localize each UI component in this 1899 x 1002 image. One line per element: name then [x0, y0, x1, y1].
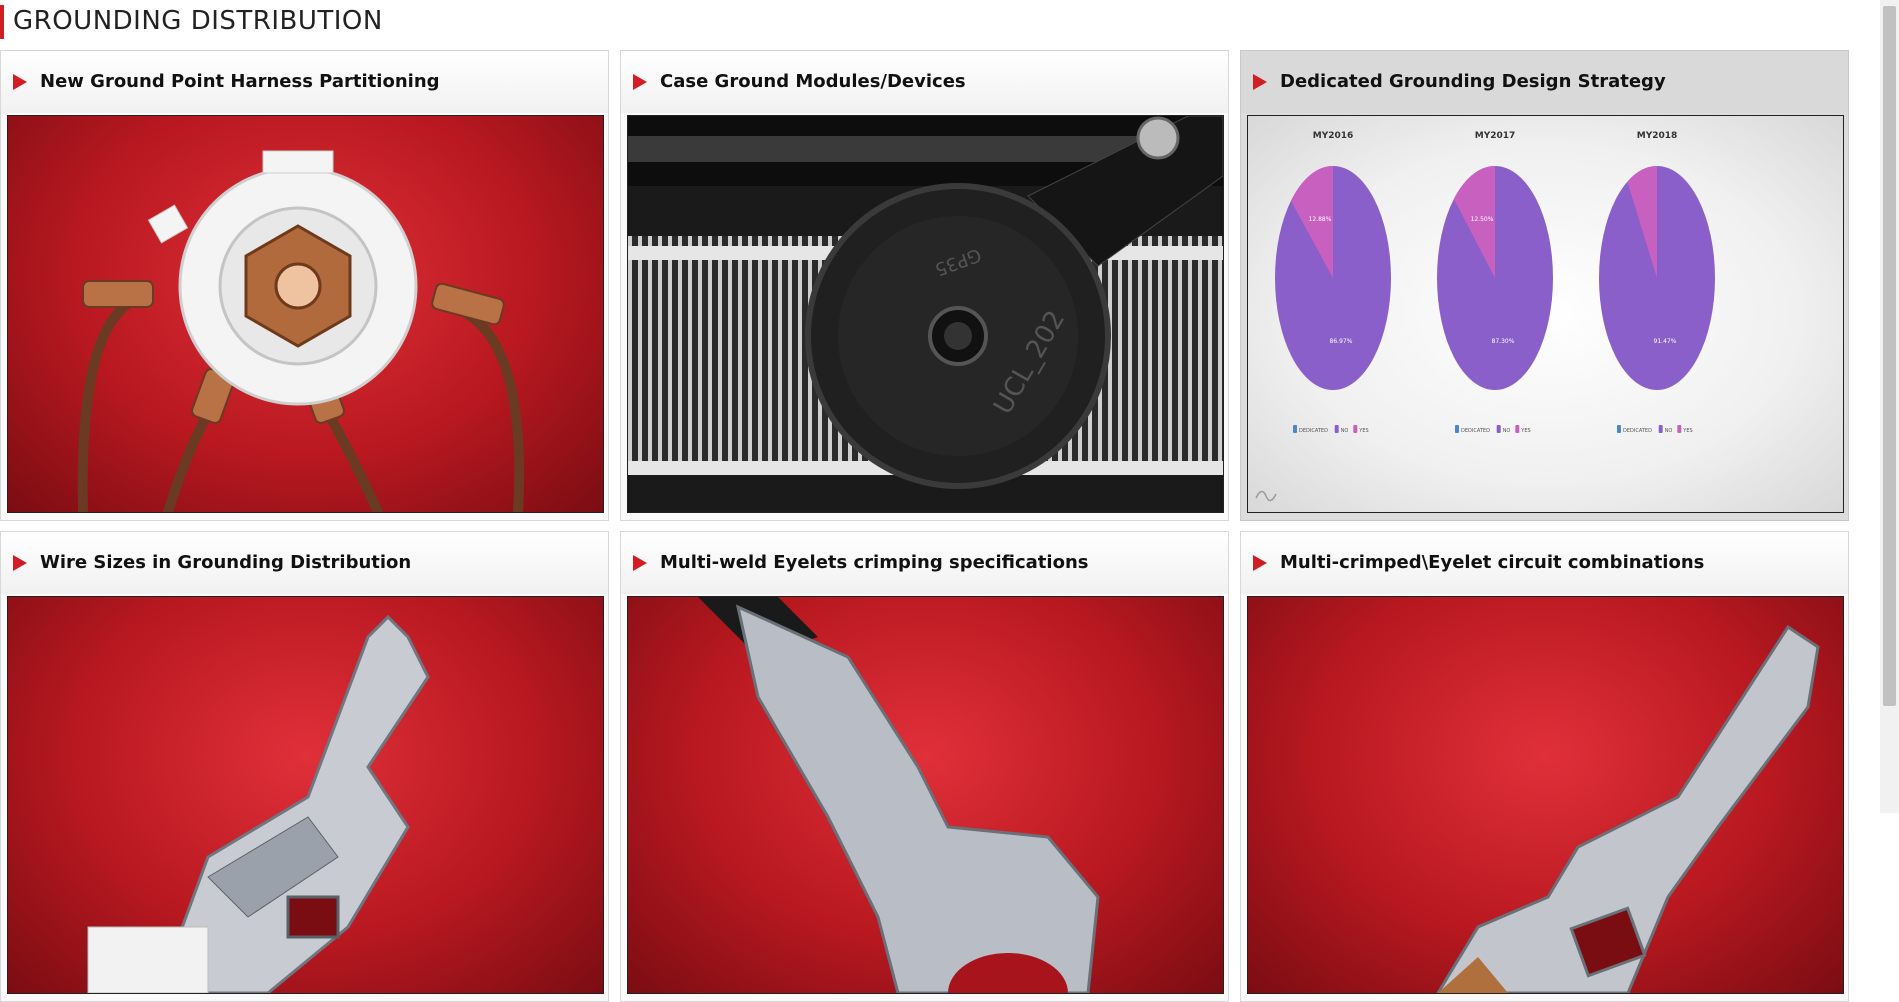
pie-charts-image[interactable]: MY2016 12.88% 86.97% DEDICATED NO YES MY2017 12… — [1247, 115, 1844, 513]
legend-label: DEDICATED — [1461, 428, 1490, 434]
scrollbar-thumb[interactable] — [1883, 6, 1896, 706]
card-title[interactable]: New Ground Point Harness Partitioning — [40, 71, 440, 92]
pie-chart-MY2016: MY2016 12.88% 86.97% DEDICATED NO YES — [1275, 131, 1391, 434]
card-header[interactable]: New Ground Point Harness Partitioning — [1, 51, 608, 113]
legend-label: NO — [1503, 428, 1511, 434]
pie-title: MY2018 — [1637, 131, 1678, 141]
ground-point-image[interactable] — [7, 115, 604, 513]
legend-label: YES — [1358, 428, 1368, 434]
play-arrow-icon — [633, 555, 647, 571]
pie-legend: DEDICATED NO YES — [1617, 425, 1693, 434]
page-title: GROUNDING DISTRIBUTION — [13, 6, 383, 36]
pie-charts: MY2016 12.88% 86.97% DEDICATED NO YES MY2017 12… — [1255, 131, 1715, 502]
play-arrow-icon — [13, 555, 27, 571]
card-title[interactable]: Case Ground Modules/Devices — [660, 71, 966, 92]
legend-swatch — [1617, 425, 1621, 433]
card-title[interactable]: Wire Sizes in Grounding Distribution — [40, 552, 411, 573]
legend-swatch — [1496, 425, 1501, 433]
page-header: GROUNDING DISTRIBUTION — [0, 0, 1880, 46]
multi-weld-image[interactable] — [627, 596, 1224, 994]
pie-label-no: 91.47% — [1654, 338, 1677, 345]
pie-label-yes: 12.50% — [1471, 216, 1494, 223]
legend-swatch — [1658, 425, 1663, 433]
card-grid: New Ground Point Harness Partitioning Ca… — [0, 50, 1852, 1002]
legend-swatch — [1334, 425, 1339, 433]
card-title[interactable]: Dedicated Grounding Design Strategy — [1280, 71, 1666, 92]
play-arrow-icon — [633, 74, 647, 90]
pie-title: MY2017 — [1475, 131, 1516, 141]
card-title[interactable]: Multi-weld Eyelets crimping specificatio… — [660, 552, 1088, 573]
legend-label: NO — [1341, 428, 1349, 434]
card-case-ground[interactable]: Case Ground Modules/Devices UCL_202 GP35 — [620, 50, 1229, 521]
legend-label: DEDICATED — [1299, 428, 1328, 434]
legend-label: NO — [1665, 428, 1673, 434]
legend-label: YES — [1682, 428, 1692, 434]
wave-icon — [1255, 490, 1277, 502]
scrollbar[interactable] — [1880, 0, 1899, 813]
legend-swatch — [1353, 425, 1358, 433]
card-ground-point[interactable]: New Ground Point Harness Partitioning — [0, 50, 609, 521]
card-header[interactable]: Multi-crimped\Eyelet circuit combination… — [1241, 532, 1848, 594]
card-header[interactable]: Case Ground Modules/Devices — [621, 51, 1228, 113]
card-header[interactable]: Multi-weld Eyelets crimping specificatio… — [621, 532, 1228, 594]
legend-swatch — [1515, 425, 1520, 433]
pie-legend: DEDICATED NO YES — [1455, 425, 1531, 434]
legend-swatch — [1677, 425, 1682, 433]
case-ground-image[interactable]: UCL_202 GP35 — [627, 115, 1224, 513]
play-arrow-icon — [1253, 74, 1267, 90]
pie-label-yes: 12.88% — [1309, 216, 1332, 223]
legend-swatch — [1455, 425, 1459, 433]
wire-sizes-image[interactable] — [7, 596, 604, 994]
pie-chart-MY2017: MY2017 12.50% 87.30% DEDICATED NO YES — [1437, 131, 1553, 434]
card-title[interactable]: Multi-crimped\Eyelet circuit combination… — [1280, 552, 1704, 573]
play-arrow-icon — [1253, 555, 1267, 571]
card-multi-crimped[interactable]: Multi-crimped\Eyelet circuit combination… — [1240, 531, 1849, 1002]
pie-label-no: 86.97% — [1330, 338, 1353, 345]
card-header[interactable]: Wire Sizes in Grounding Distribution — [1, 532, 608, 594]
card-design-strategy[interactable]: Dedicated Grounding Design Strategy MY20… — [1240, 50, 1849, 521]
multi-crimped-image[interactable] — [1247, 596, 1844, 994]
legend-label: YES — [1520, 428, 1530, 434]
card-multi-weld[interactable]: Multi-weld Eyelets crimping specificatio… — [620, 531, 1229, 1002]
header-accent-bar — [0, 5, 4, 39]
card-header[interactable]: Dedicated Grounding Design Strategy — [1241, 51, 1848, 113]
card-wire-sizes[interactable]: Wire Sizes in Grounding Distribution — [0, 531, 609, 1002]
pie-chart-MY2018: MY2018 91.47% DEDICATED NO YES — [1599, 131, 1715, 434]
play-arrow-icon — [13, 74, 27, 90]
pie-legend: DEDICATED NO YES — [1293, 425, 1369, 434]
legend-swatch — [1293, 425, 1297, 433]
pie-title: MY2016 — [1313, 131, 1354, 141]
pie-label-no: 87.30% — [1492, 338, 1515, 345]
legend-label: DEDICATED — [1623, 428, 1652, 434]
